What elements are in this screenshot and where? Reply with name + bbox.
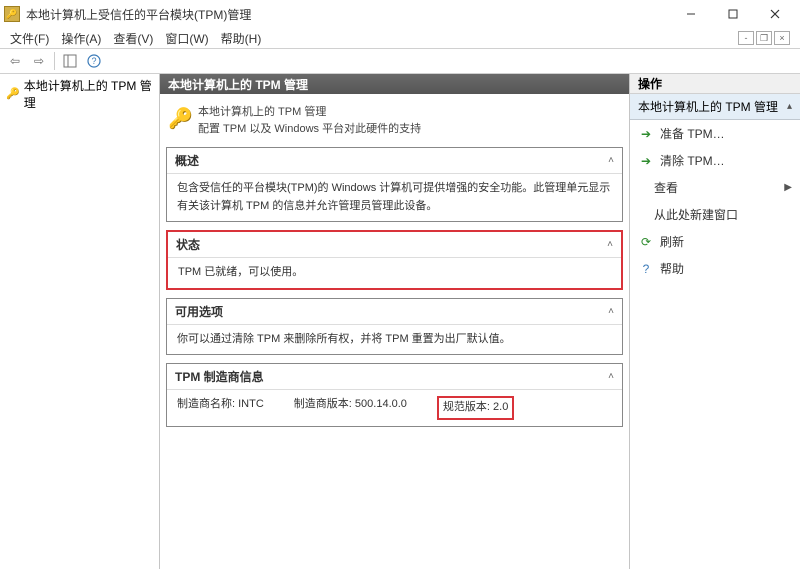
tpm-icon: 🔑: [6, 87, 20, 101]
tree-root-item[interactable]: 🔑 本地计算机上的 TPM 管理: [0, 74, 159, 114]
spec-version: 规范版本: 2.0: [437, 396, 514, 420]
section-overview-header[interactable]: 概述 ˄: [167, 148, 622, 174]
main-area: 🔑 本地计算机上的 TPM 管理 本地计算机上的 TPM 管理 🔑 本地计算机上…: [0, 74, 800, 569]
intro-block: 🔑 本地计算机上的 TPM 管理 配置 TPM 以及 Windows 平台对此硬…: [166, 100, 623, 147]
key-icon: 🔑: [168, 104, 198, 131]
titlebar: 🔑 本地计算机上受信任的平台模块(TPM)管理: [0, 0, 800, 28]
chevron-up-icon: ˄: [608, 155, 614, 166]
action-help[interactable]: ? 帮助: [630, 255, 800, 282]
chevron-up-icon: ˄: [607, 239, 613, 250]
section-options-header[interactable]: 可用选项 ˄: [167, 299, 622, 325]
manufacturer-name: 制造商名称: INTC: [177, 396, 264, 420]
minimize-button[interactable]: [670, 1, 712, 27]
arrow-right-icon: ➔: [638, 127, 654, 141]
section-overview-title: 概述: [175, 152, 608, 169]
intro-line1: 本地计算机上的 TPM 管理: [198, 104, 421, 121]
menubar: 文件(F) 操作(A) 查看(V) 窗口(W) 帮助(H) - ❐ ×: [0, 28, 800, 48]
center-header: 本地计算机上的 TPM 管理: [160, 74, 629, 94]
app-icon: 🔑: [4, 6, 20, 22]
section-options: 可用选项 ˄ 你可以通过清除 TPM 来删除所有权，并将 TPM 重置为出厂默认…: [166, 298, 623, 356]
section-manufacturer-title: TPM 制造商信息: [175, 368, 608, 385]
forward-button[interactable]: ⇨: [28, 51, 50, 71]
center-panel: 本地计算机上的 TPM 管理 🔑 本地计算机上的 TPM 管理 配置 TPM 以…: [160, 74, 630, 569]
mdi-close-button[interactable]: ×: [774, 31, 790, 45]
help-icon: ?: [638, 262, 654, 276]
action-view[interactable]: 查看 ▶: [630, 174, 800, 201]
mdi-restore-button[interactable]: ❐: [756, 31, 772, 45]
section-manufacturer: TPM 制造商信息 ˄ 制造商名称: INTC 制造商版本: 500.14.0.…: [166, 363, 623, 427]
refresh-icon: ⟳: [638, 235, 654, 249]
mdi-minimize-button[interactable]: -: [738, 31, 754, 45]
center-body: 🔑 本地计算机上的 TPM 管理 配置 TPM 以及 Windows 平台对此硬…: [160, 94, 629, 569]
action-refresh[interactable]: ⟳ 刷新: [630, 228, 800, 255]
section-overview-body: 包含受信任的平台模块(TPM)的 Windows 计算机可提供增强的安全功能。此…: [167, 174, 622, 221]
menu-help[interactable]: 帮助(H): [215, 28, 268, 49]
section-options-body: 你可以通过清除 TPM 来删除所有权，并将 TPM 重置为出厂默认值。: [167, 325, 622, 355]
manufacturer-row: 制造商名称: INTC 制造商版本: 500.14.0.0 规范版本: 2.0: [177, 396, 612, 420]
section-status-header[interactable]: 状态 ˄: [168, 232, 621, 258]
close-button[interactable]: [754, 1, 796, 27]
section-status-title: 状态: [176, 236, 607, 253]
intro-line2: 配置 TPM 以及 Windows 平台对此硬件的支持: [198, 121, 421, 138]
menu-view[interactable]: 查看(V): [107, 28, 159, 49]
manufacturer-version: 制造商版本: 500.14.0.0: [294, 396, 407, 420]
section-manufacturer-header[interactable]: TPM 制造商信息 ˄: [167, 364, 622, 390]
window-title: 本地计算机上受信任的平台模块(TPM)管理: [26, 6, 670, 23]
chevron-right-icon: ▶: [784, 182, 792, 193]
toolbar: ⇦ ⇨ ?: [0, 48, 800, 74]
help-button[interactable]: ?: [83, 51, 105, 71]
arrow-right-icon: ➔: [638, 154, 654, 168]
toolbar-separator: [54, 52, 55, 70]
maximize-button[interactable]: [712, 1, 754, 27]
svg-text:?: ?: [91, 56, 96, 66]
actions-header: 操作: [630, 74, 800, 94]
action-prepare-tpm[interactable]: ➔ 准备 TPM…: [630, 120, 800, 147]
chevron-up-icon: ˄: [608, 306, 614, 317]
chevron-up-icon: ˄: [608, 371, 614, 382]
section-options-title: 可用选项: [175, 303, 608, 320]
menu-file[interactable]: 文件(F): [4, 28, 55, 49]
section-overview: 概述 ˄ 包含受信任的平台模块(TPM)的 Windows 计算机可提供增强的安…: [166, 147, 623, 222]
nav-tree: 🔑 本地计算机上的 TPM 管理: [0, 74, 160, 569]
action-clear-tpm[interactable]: ➔ 清除 TPM…: [630, 147, 800, 174]
action-new-window[interactable]: 从此处新建窗口: [630, 201, 800, 228]
tree-root-label: 本地计算机上的 TPM 管理: [24, 77, 153, 111]
section-status: 状态 ˄ TPM 已就绪，可以使用。: [166, 230, 623, 290]
section-status-body: TPM 已就绪，可以使用。: [168, 258, 621, 288]
menu-window[interactable]: 窗口(W): [159, 28, 214, 49]
back-button[interactable]: ⇦: [4, 51, 26, 71]
menu-action[interactable]: 操作(A): [55, 28, 107, 49]
mdi-controls: - ❐ ×: [738, 31, 796, 45]
actions-panel: 操作 本地计算机上的 TPM 管理 ▴ ➔ 准备 TPM… ➔ 清除 TPM… …: [630, 74, 800, 569]
show-hide-tree-button[interactable]: [59, 51, 81, 71]
actions-subheader[interactable]: 本地计算机上的 TPM 管理 ▴: [630, 94, 800, 120]
chevron-up-icon: ▴: [787, 101, 792, 112]
